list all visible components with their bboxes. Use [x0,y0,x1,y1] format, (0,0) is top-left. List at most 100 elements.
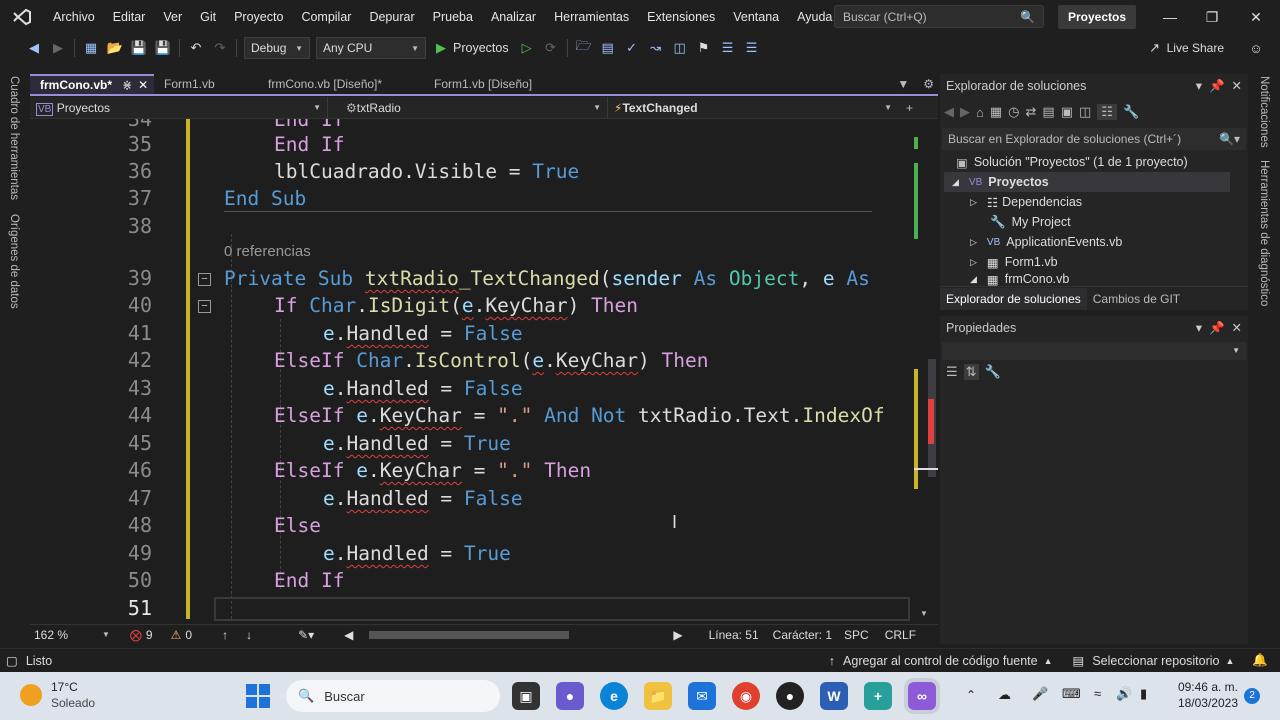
object-selector-dropdown[interactable]: ▼ [942,342,1246,360]
split-view-icon[interactable]: + [898,101,913,115]
horizontal-scrollbar[interactable] [363,630,663,639]
tab-git-changes[interactable]: Cambios de GIT [1087,288,1186,310]
live-share-button[interactable]: Live Share [1167,41,1224,55]
tree-item-form1[interactable]: ▷ ▦ Form1.vb [970,252,1058,272]
zoom-level[interactable]: 162 % [34,628,96,642]
history-icon[interactable]: ◷ [1008,104,1019,120]
close-panel-icon[interactable]: ✕ [1232,79,1242,93]
taskbar-search-box[interactable]: 🔍 Buscar [286,680,500,712]
pin-icon[interactable]: ⋇ [122,78,132,92]
undo-icon[interactable]: ↶ [186,38,206,58]
line-indicator[interactable]: Línea: 51 [709,628,759,642]
microphone-icon[interactable]: 🎤 [1032,686,1048,702]
close-tab-icon[interactable]: ✕ [138,78,148,92]
back-icon[interactable]: ◀ [944,104,954,120]
tree-item-application-events[interactable]: ▷ VB ApplicationEvents.vb [970,232,1122,252]
bookmark-icon[interactable]: ⚑ [694,38,714,58]
menu-archivo[interactable]: Archivo [44,0,104,34]
teams-chat-icon[interactable]: ● [556,682,584,710]
tree-project[interactable]: ◢ VB Proyectos [952,172,1049,192]
tree-item-my-project[interactable]: 🔧 My Project [990,212,1071,232]
new-project-icon[interactable]: ▦ [81,38,101,58]
zoom-dropdown-icon[interactable]: ▼ [102,630,110,639]
tab-list-dropdown-icon[interactable]: ▼ [887,74,919,94]
char-indicator[interactable]: Carácter: 1 [773,628,832,642]
collapse-icon[interactable]: ▷ [970,237,977,248]
spacing-indicator[interactable]: SPC [844,628,869,642]
start-menu-icon[interactable] [246,684,270,708]
solution-search-input[interactable]: Buscar en Explorador de soluciones (Ctrl… [942,128,1246,150]
comment-icon[interactable]: ☰ [718,38,738,58]
collapse-all-icon[interactable]: ▤ [1042,104,1054,120]
next-issue-icon[interactable]: ↓ [246,628,252,642]
notifications-bell-icon[interactable]: 🔔 [1252,653,1268,668]
tree-item-frmcono[interactable]: ◢ ▦ frmCono.vb [970,272,1069,286]
clock-date[interactable]: 18/03/2023 [1168,696,1238,710]
tab-frmcono-vb[interactable]: frmCono.vb* ⋇ ✕ [30,74,154,94]
sync-icon[interactable]: ⇄ [1026,104,1037,120]
menu-analizar[interactable]: Analizar [482,0,545,34]
alphabetical-icon[interactable]: ⇅ [963,364,979,380]
pin-icon[interactable]: 📌 [1209,321,1225,335]
pin-icon[interactable]: 📌 [1209,79,1225,93]
visual-studio-logo-icon[interactable] [0,0,44,34]
menu-herramientas[interactable]: Herramientas [545,0,638,34]
file-explorer-icon[interactable]: 📁 [644,682,672,710]
toolbox-tab[interactable]: Cuadro de herramientas [8,76,20,200]
tab-form1-vb[interactable]: Form1.vb [154,74,258,94]
chrome-browser-icon[interactable]: ◉ [732,682,760,710]
forward-icon[interactable]: ▶ [48,38,68,58]
vertical-scrollbar[interactable]: ▼ [914,119,938,624]
previous-issue-icon[interactable]: ↑ [222,628,228,642]
tab-solution-explorer[interactable]: Explorador de soluciones [940,287,1087,310]
scroll-right-icon[interactable]: ▶ [673,628,682,642]
wifi-icon[interactable]: ≈ [1094,686,1101,701]
browse-icon[interactable]: 🗁 [574,38,594,58]
back-icon[interactable]: ◀ [24,38,44,58]
start-without-debug-icon[interactable]: ▷ [517,38,537,58]
close-icon[interactable]: ✕ [1234,0,1278,34]
task-view-icon[interactable]: ▣ [512,682,540,710]
tree-item-dependencias[interactable]: ▷ ☷ Dependencias [970,192,1082,212]
open-folder-icon[interactable]: 📂 [105,38,125,58]
solution-name-badge[interactable]: Proyectos [1058,5,1136,29]
weather-temp[interactable]: 17°C [51,680,78,694]
warning-count[interactable]: 0 [185,628,192,642]
error-count[interactable]: 9 [146,628,153,642]
mail-icon[interactable]: ✉ [688,682,716,710]
edge-browser-icon[interactable]: e [600,682,628,710]
collapse-icon[interactable]: ▷ [970,197,977,208]
layout-icon[interactable]: ▤ [598,38,618,58]
minimize-icon[interactable]: — [1148,0,1192,34]
word-icon[interactable]: W [820,682,848,710]
recorder-app-icon[interactable]: ● [776,682,804,710]
close-panel-icon[interactable]: ✕ [1232,321,1242,335]
hot-reload-icon[interactable]: ⟳ [541,38,561,58]
onedrive-icon[interactable]: ☁ [998,687,1011,703]
align-icon[interactable]: ◫ [670,38,690,58]
feedback-icon[interactable]: ☺ [1246,38,1266,58]
start-icon[interactable]: ▶ [431,38,451,58]
show-hidden-icons-icon[interactable]: ⌃ [966,688,976,702]
weather-sun-icon[interactable] [20,684,42,706]
menu-editar[interactable]: Editar [104,0,155,34]
switch-views-icon[interactable]: ▦ [990,104,1002,120]
preview-icon[interactable]: ◫ [1079,104,1091,120]
data-sources-tab[interactable]: Orígenes de datos [8,214,20,309]
clock-time[interactable]: 09:46 a. m. [1168,680,1238,694]
settings-gear-icon[interactable]: ⚙ [919,74,938,94]
select-repository-button[interactable]: Seleccionar repositorio [1092,654,1219,668]
spell-check-icon[interactable]: ✓ [622,38,642,58]
menu-depurar[interactable]: Depurar [360,0,423,34]
forward-icon[interactable]: ▶ [960,104,970,120]
configuration-select[interactable]: Debug ▼ [244,37,310,59]
battery-icon[interactable]: ▮ [1140,686,1147,702]
step-icon[interactable]: ↝ [646,38,666,58]
visual-studio-taskbar-icon[interactable]: ∞ [908,682,936,710]
categorized-icon[interactable]: ☰ [946,364,958,380]
menu-proyecto[interactable]: Proyecto [225,0,292,34]
menu-ver[interactable]: Ver [154,0,191,34]
search-input[interactable]: Buscar (Ctrl+Q) 🔍 [834,5,1044,28]
menu-compilar[interactable]: Compilar [292,0,360,34]
calculator-app-icon[interactable]: + [864,682,892,710]
